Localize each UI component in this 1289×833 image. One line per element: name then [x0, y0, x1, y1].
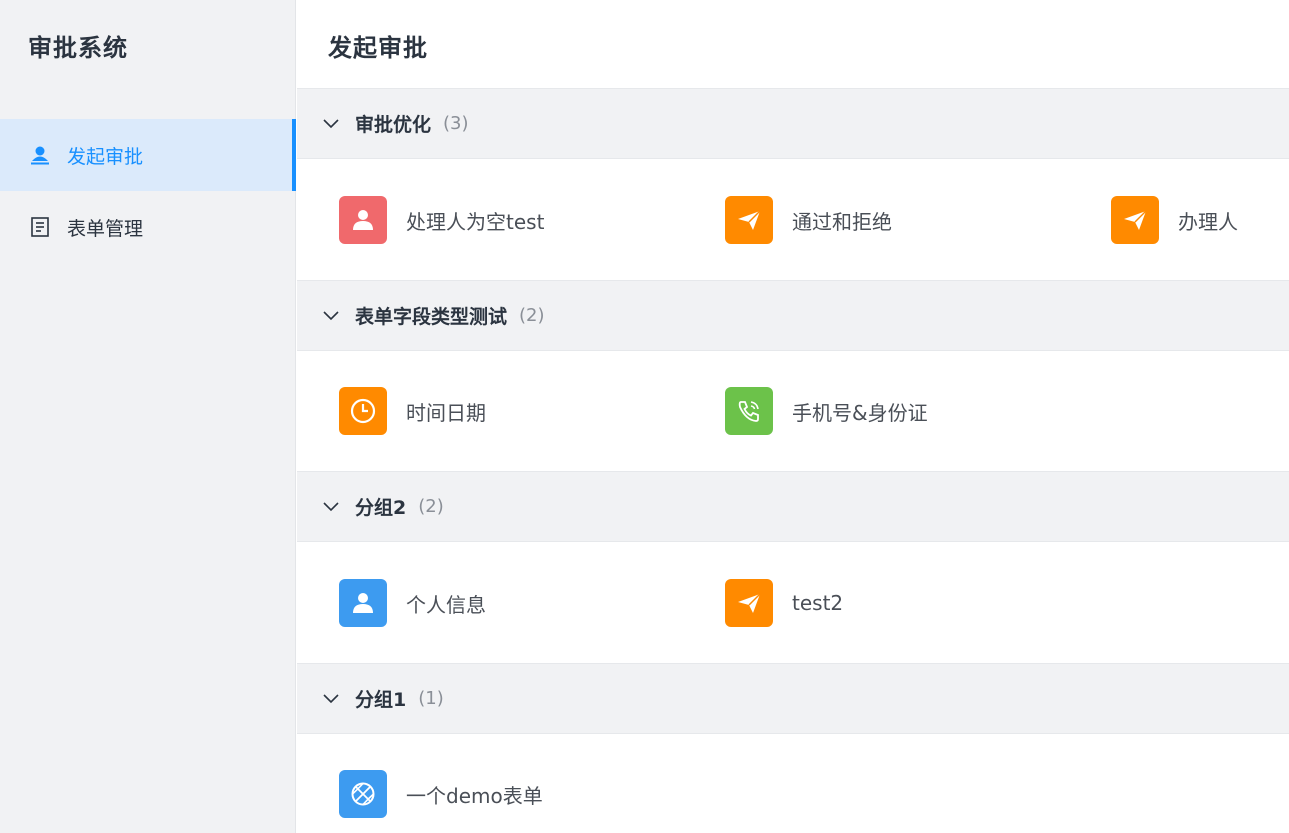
chevron-down-icon — [321, 497, 341, 517]
sidebar-item-start-approval[interactable]: 发起审批 — [0, 119, 296, 191]
chevron-down-icon — [321, 114, 341, 134]
phone-icon — [725, 387, 773, 435]
sidebar-item-label: 发起审批 — [67, 145, 144, 168]
form-card[interactable]: test2 — [725, 579, 843, 627]
page-title: 发起审批 — [328, 34, 428, 62]
group-header-form-field-test[interactable]: 表单字段类型测试 (2) — [297, 280, 1289, 351]
sidebar: 审批系统 发起审批 表单管理 — [0, 0, 296, 833]
group-count: (3) — [443, 113, 469, 134]
group-count: (2) — [418, 496, 444, 517]
chevron-down-icon — [321, 306, 341, 326]
group-count: (2) — [519, 305, 545, 326]
brand-title: 审批系统 — [28, 34, 128, 62]
user-icon — [339, 579, 387, 627]
paper-plane-icon — [725, 196, 773, 244]
form-card-label: 处理人为空test — [406, 209, 545, 234]
group-header-group-1[interactable]: 分组1 (1) — [297, 663, 1289, 734]
user-icon — [28, 143, 52, 167]
form-card[interactable]: 个人信息 — [339, 579, 486, 627]
clock-icon — [339, 387, 387, 435]
user-icon — [339, 196, 387, 244]
form-card[interactable]: 手机号&身份证 — [725, 387, 928, 435]
group-name: 分组2 — [355, 497, 407, 519]
form-card[interactable]: 一个demo表单 — [339, 770, 543, 818]
sidebar-item-label: 表单管理 — [67, 217, 144, 240]
form-card[interactable]: 通过和拒绝 — [725, 196, 892, 244]
form-card-label: 一个demo表单 — [406, 783, 543, 808]
basketball-icon — [339, 770, 387, 818]
form-card-label: 办理人 — [1178, 209, 1238, 234]
chevron-down-icon — [321, 689, 341, 709]
group-name: 审批优化 — [355, 114, 432, 136]
form-card[interactable]: 时间日期 — [339, 387, 486, 435]
form-card[interactable]: 处理人为空test — [339, 196, 544, 244]
group-name: 分组1 — [355, 689, 407, 711]
form-card-label: 时间日期 — [406, 400, 486, 425]
form-card[interactable]: 办理人 — [1111, 196, 1238, 244]
main-content: 发起审批 审批优化 (3) 处理人为空test 通过和拒绝 办理人 表单字段类型… — [297, 0, 1289, 833]
document-icon — [28, 215, 52, 239]
sidebar-item-form-management[interactable]: 表单管理 — [0, 191, 296, 263]
group-header-approval-optimization[interactable]: 审批优化 (3) — [297, 88, 1289, 159]
form-card-label: 个人信息 — [406, 592, 486, 617]
form-card-label: 通过和拒绝 — [792, 209, 892, 234]
group-name: 表单字段类型测试 — [355, 306, 508, 328]
form-card-label: 手机号&身份证 — [792, 400, 928, 425]
paper-plane-icon — [1111, 196, 1159, 244]
paper-plane-icon — [725, 579, 773, 627]
form-card-label: test2 — [792, 591, 844, 615]
group-header-group-2[interactable]: 分组2 (2) — [297, 471, 1289, 542]
group-count: (1) — [418, 688, 444, 709]
